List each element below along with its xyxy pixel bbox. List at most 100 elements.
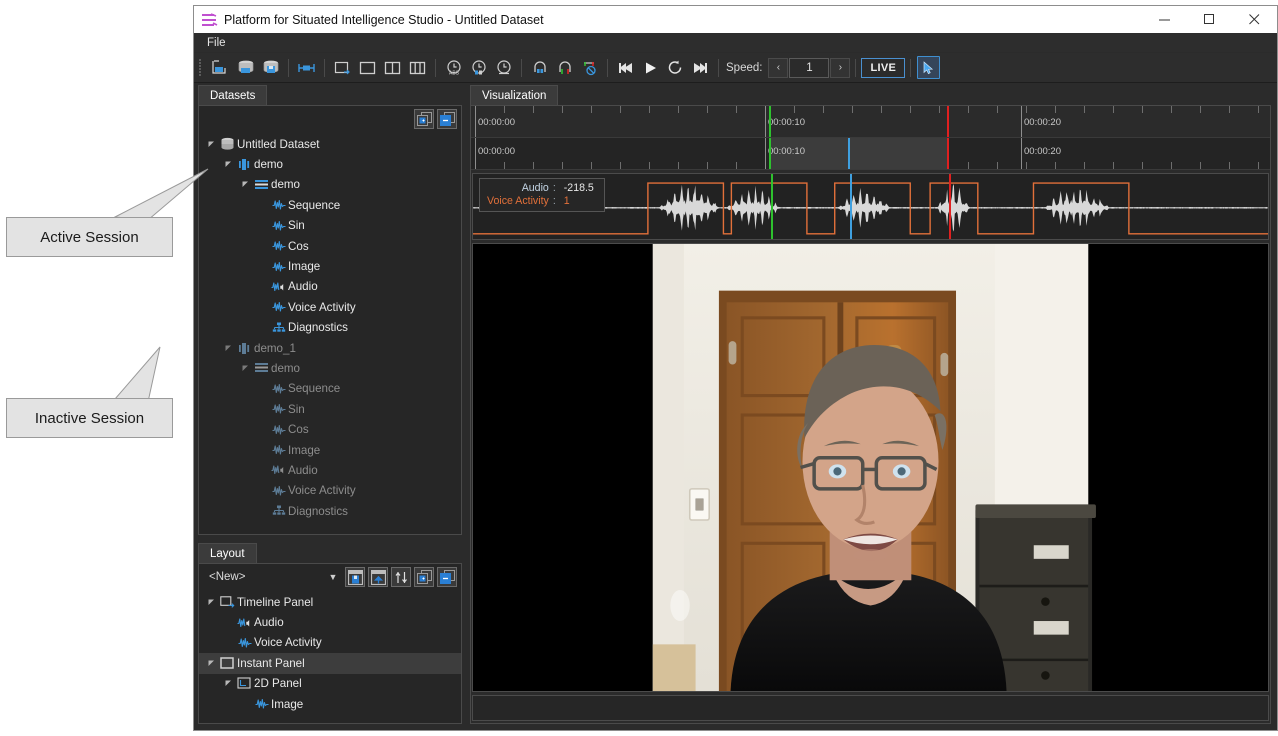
ruler-tick [910, 106, 911, 113]
speed-label: Speed: [726, 62, 762, 74]
clock-selection-icon[interactable] [492, 56, 515, 79]
chevron-down-icon[interactable]: ▼ [324, 567, 342, 587]
image-panel[interactable] [472, 243, 1269, 692]
audio-stream-icon [269, 464, 288, 476]
ruler-tick [533, 106, 534, 113]
tree-item[interactable]: Voice Activity [199, 633, 461, 653]
instant-panel-icon [218, 657, 237, 670]
stream-icon [269, 424, 288, 436]
ruler-tick [1171, 106, 1172, 113]
visualization-tabstrip: Visualization [470, 85, 1271, 105]
expand-all-icon[interactable] [414, 567, 434, 587]
tree-item[interactable]: Instant Panel [199, 653, 461, 673]
selection-end-icon[interactable] [553, 56, 576, 79]
speed-decrease-button[interactable]: ‹ [768, 58, 788, 78]
tree-item[interactable]: 2D Panel [199, 674, 461, 694]
skip-end-icon[interactable] [689, 56, 712, 79]
new-dataset-icon[interactable] [209, 56, 232, 79]
maximize-button[interactable] [1187, 6, 1232, 33]
ruler-tick [591, 162, 592, 169]
cursor-marker[interactable] [769, 138, 771, 169]
tree-item-label: Voice Activity [254, 636, 322, 649]
clock-abs-icon[interactable]: ABS [442, 56, 465, 79]
clear-selection-icon[interactable] [578, 56, 601, 79]
ruler-tick [968, 162, 969, 169]
callout-active-session: Active Session [6, 217, 173, 257]
open-dataset-icon[interactable] [234, 56, 257, 79]
legend-row: Audio : -218.5 [485, 182, 596, 195]
tree-item-label: Diagnostics [288, 321, 348, 334]
repeat-icon[interactable] [664, 56, 687, 79]
stream-icon [269, 444, 288, 456]
cursor-icon[interactable] [917, 56, 940, 79]
video-frame-image [473, 244, 1268, 691]
selection-start-icon[interactable] [528, 56, 551, 79]
ruler-tick [1258, 106, 1259, 113]
ruler-major-tick [1021, 106, 1022, 137]
clock-session-icon[interactable] [467, 56, 490, 79]
cursor-marker[interactable] [771, 174, 773, 239]
selection-end-marker[interactable] [947, 106, 949, 137]
timeline-legend: Audio : -218.5 Voice Activity : 1 [479, 178, 605, 212]
tree-item-label: Instant Panel [237, 657, 305, 670]
sort-updown-icon[interactable] [391, 567, 411, 587]
live-button[interactable]: LIVE [861, 58, 905, 78]
tree-item-label: Sin [288, 219, 305, 232]
speed-increase-button[interactable]: › [830, 58, 850, 78]
selection-end-marker[interactable] [947, 138, 949, 169]
stream-icon [235, 637, 254, 649]
save-layout-icon[interactable] [345, 567, 365, 587]
ruler-label: 00:00:00 [478, 117, 515, 128]
expander-triangle-icon[interactable] [222, 680, 235, 687]
stream-icon [252, 698, 271, 710]
legend-name-voice-activity: Voice Activity [485, 195, 551, 208]
load-layout-icon[interactable] [368, 567, 388, 587]
skip-start-icon[interactable] [614, 56, 637, 79]
ruler-tick [1084, 106, 1085, 113]
stream-icon [269, 383, 288, 395]
expand-all-icon[interactable] [414, 109, 434, 129]
ruler-tick [678, 162, 679, 169]
selection-end-marker[interactable] [949, 174, 951, 239]
tab-datasets[interactable]: Datasets [198, 85, 267, 105]
save-dataset-icon[interactable] [259, 56, 282, 79]
minimize-button[interactable] [1142, 6, 1187, 33]
tree-item-label: demo [271, 362, 300, 375]
three-column-panel-icon[interactable] [406, 56, 429, 79]
instant-panel-icon[interactable] [356, 56, 379, 79]
tree-item-label: Image [288, 260, 320, 273]
cursor-marker[interactable] [769, 106, 771, 137]
selection-start-marker[interactable] [850, 174, 852, 239]
ruler-tick [649, 106, 650, 113]
tab-visualization[interactable]: Visualization [470, 85, 558, 105]
speed-input[interactable]: 1 [789, 58, 829, 78]
ruler-tick [591, 106, 592, 113]
svg-text:ABS: ABS [448, 70, 459, 76]
toolbar-separator [718, 59, 719, 77]
session-ruler[interactable]: 00:00:0000:00:1000:00:20 [471, 138, 1270, 170]
toolbar-grip[interactable] [199, 59, 205, 77]
ruler-tick [649, 162, 650, 169]
insert-layout-icon[interactable] [295, 56, 318, 79]
ruler-tick [504, 106, 505, 113]
collapse-all-icon[interactable] [437, 567, 457, 587]
stream-icon [269, 403, 288, 415]
two-column-panel-icon[interactable] [381, 56, 404, 79]
play-icon[interactable] [639, 56, 662, 79]
timeline-panel[interactable]: Audio : -218.5 Voice Activity : 1 [472, 173, 1269, 240]
main-toolbar: ABS [194, 53, 1277, 83]
tree-item[interactable]: Image [199, 694, 461, 714]
selection-start-marker[interactable] [848, 138, 850, 169]
menu-item-file[interactable]: File [200, 35, 233, 51]
ruler-tick [1113, 106, 1114, 113]
ruler-label: 00:00:00 [478, 146, 515, 157]
expander-triangle-icon[interactable] [205, 660, 218, 667]
absolute-ruler[interactable]: 00:00:0000:00:1000:00:20 [471, 106, 1270, 138]
application-window: Platform for Situated Intelligence Studi… [193, 5, 1278, 731]
close-button[interactable] [1232, 6, 1277, 33]
timeline-panel-icon[interactable] [331, 56, 354, 79]
ruler-tick [1258, 162, 1259, 169]
inactive-session-leader [0, 330, 260, 630]
collapse-all-icon[interactable] [437, 109, 457, 129]
expander-triangle-icon[interactable] [205, 141, 218, 148]
